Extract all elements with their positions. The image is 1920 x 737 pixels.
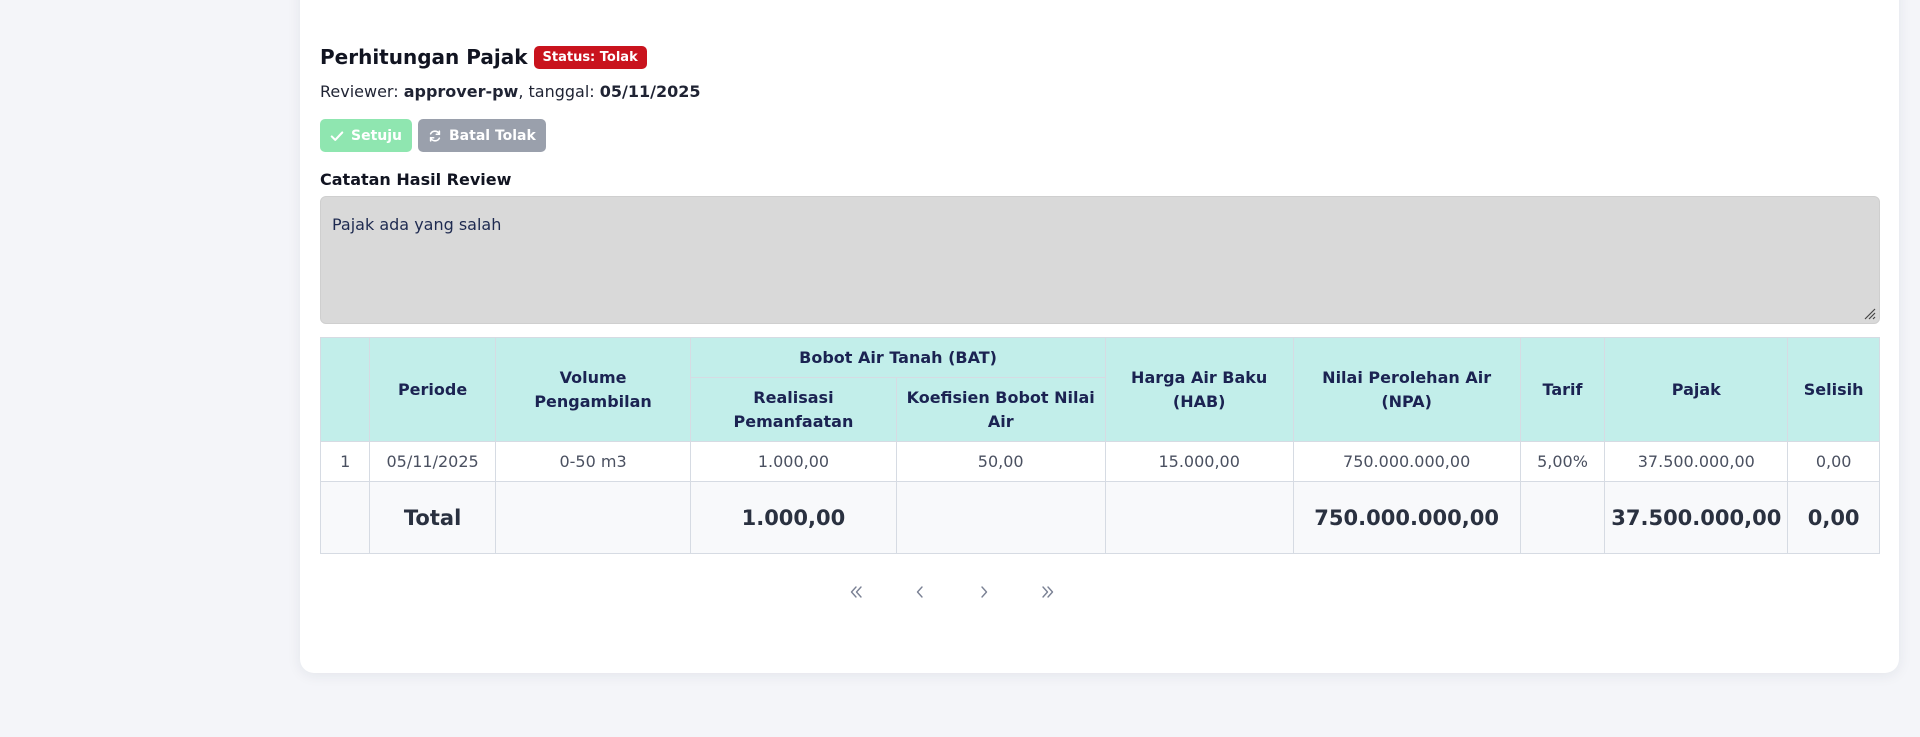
header-hab: Harga Air Baku (HAB) [1104,337,1294,442]
header-npa: Nilai Perolehan Air (NPA) [1292,337,1521,442]
double-chevron-left-icon [850,586,862,598]
page-title: Perhitungan Pajak [320,45,528,69]
total-cell-hab [1104,481,1294,554]
cell-npa: 750.000.000,00 [1292,441,1521,482]
reviewer-label: Reviewer: [320,82,404,101]
double-chevron-right-icon [1042,586,1054,598]
status-badge: Status: Tolak [533,45,647,69]
resize-grip-icon[interactable] [1860,304,1876,320]
cancel-reject-button-label: Batal Tolak [449,127,536,144]
approve-button[interactable]: Setuju [320,119,413,152]
review-date: 05/11/2025 [599,82,701,101]
total-cell-no [319,481,371,554]
header-periode: Periode [369,337,496,442]
cell-tarif: 5,00% [1519,441,1606,482]
cancel-reject-button[interactable]: Batal Tolak [418,119,546,152]
total-npa: 750.000.000,00 [1292,481,1521,554]
table-row: 1 05/11/2025 0-50 m3 1.000,00 50,00 15.0… [319,441,1880,482]
total-cell-tarif [1519,481,1606,554]
last-page-button[interactable] [1036,580,1060,604]
next-page-button[interactable] [972,580,996,604]
title-row: Perhitungan Pajak Status: Tolak [320,45,647,69]
reviewer-info: Reviewer: approver-pw, tanggal: 05/11/20… [320,82,701,101]
notes-label: Catatan Hasil Review [320,170,512,189]
header-realisasi: Realisasi Pemanfaatan [690,377,897,442]
total-label: Total [369,481,496,554]
header-volume: Volume Pengambilan [494,337,692,442]
pagination [0,580,1920,604]
cell-koefisien: 50,00 [895,441,1106,482]
chevron-left-icon [916,586,923,598]
cell-selisih: 0,00 [1787,441,1880,482]
cell-pajak: 37.500.000,00 [1604,441,1789,482]
prev-page-button[interactable] [908,580,932,604]
total-cell-koefisien [895,481,1106,554]
total-selisih: 0,00 [1787,481,1880,554]
cell-volume: 0-50 m3 [494,441,692,482]
first-page-button[interactable] [844,580,868,604]
tax-calculation-table: Periode Volume Pengambilan Bobot Air Tan… [319,337,1880,554]
total-cell-volume [494,481,692,554]
header-selisih: Selisih [1787,337,1880,442]
header-no [319,337,371,442]
header-pajak: Pajak [1604,337,1789,442]
chevron-right-icon [981,586,988,598]
total-realisasi: 1.000,00 [690,481,897,554]
review-notes-text: Pajak ada yang salah [332,215,502,234]
total-row: Total 1.000,00 750.000.000,00 37.500.000… [319,481,1880,554]
header-bat-group: Bobot Air Tanah (BAT) [690,337,1106,378]
date-label: , tanggal: [518,82,600,101]
header-tarif: Tarif [1519,337,1606,442]
header-koefisien: Koefisien Bobot Nilai Air [895,377,1106,442]
total-pajak: 37.500.000,00 [1604,481,1789,554]
cell-hab: 15.000,00 [1104,441,1294,482]
action-buttons: Setuju Batal Tolak [320,119,546,152]
reviewer-name: approver-pw [403,82,519,101]
cell-periode: 05/11/2025 [369,441,496,482]
refresh-icon [429,129,441,142]
check-icon [330,130,344,141]
review-notes-textarea[interactable]: Pajak ada yang salah [320,196,1880,324]
cell-realisasi: 1.000,00 [690,441,897,482]
approve-button-label: Setuju [351,127,403,144]
cell-no: 1 [319,441,371,482]
